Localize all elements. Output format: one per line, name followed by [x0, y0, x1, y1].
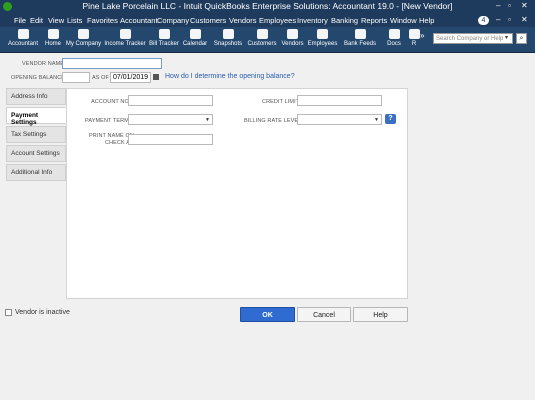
- notification-badge[interactable]: 4: [478, 16, 489, 25]
- snapshots-icon: [222, 29, 234, 39]
- credit-limit-label: CREDIT LIMIT: [262, 99, 300, 105]
- tab-account-settings[interactable]: Account Settings: [6, 145, 66, 162]
- as-of-date-input[interactable]: 07/01/2019: [110, 72, 151, 83]
- window-title: Pine Lake Porcelain LLC - Intuit QuickBo…: [82, 1, 453, 11]
- opening-balance-input[interactable]: [62, 72, 90, 83]
- as-of-date-value: 07/01/2019: [113, 74, 149, 81]
- minimize-icon[interactable]: –: [496, 1, 500, 10]
- menu-company[interactable]: Company: [157, 16, 189, 25]
- company-icon: [78, 29, 89, 39]
- bank-icon: [354, 29, 366, 39]
- credit-limit-input[interactable]: [297, 95, 382, 106]
- menu-vendors[interactable]: Vendors: [229, 16, 257, 25]
- tab-address-info[interactable]: Address Info: [6, 88, 66, 105]
- print-name-input[interactable]: [128, 134, 213, 145]
- bill-tracker-icon: [158, 29, 170, 39]
- vendor-name-label: VENDOR NAME: [22, 61, 65, 67]
- close-icon[interactable]: ✕: [521, 1, 528, 10]
- toolbar-accountant[interactable]: Accountant: [4, 28, 42, 51]
- chevron-down-icon: ▼: [205, 117, 210, 123]
- toolbar-vendors[interactable]: Vendors: [279, 28, 306, 51]
- menu-favorites[interactable]: Favorites: [87, 16, 118, 25]
- toolbar-income-tracker[interactable]: Income Tracker: [103, 28, 147, 51]
- opening-balance-label: OPENING BALANCE: [11, 75, 66, 81]
- home-icon: [47, 29, 59, 39]
- tab-tax-settings[interactable]: Tax Settings: [6, 126, 66, 143]
- as-of-label: AS OF: [92, 75, 110, 81]
- toolbar-customers[interactable]: Customers: [246, 28, 278, 51]
- toolbar-snapshots[interactable]: Snapshots: [212, 28, 244, 51]
- menu-reports[interactable]: Reports: [361, 16, 387, 25]
- menu-bar: File Edit View Lists Favorites Accountan…: [0, 14, 535, 27]
- vendors-icon: [287, 29, 298, 39]
- toolbar-employees[interactable]: Employees: [307, 28, 338, 51]
- customers-icon: [256, 29, 268, 39]
- toolbar-bank-feeds[interactable]: Bank Feeds: [343, 28, 377, 51]
- menu-help[interactable]: Help: [419, 16, 434, 25]
- vendor-name-input[interactable]: [62, 58, 162, 69]
- payment-terms-select[interactable]: ▼: [128, 114, 213, 125]
- menu-edit[interactable]: Edit: [30, 16, 43, 25]
- doc-minimize-icon[interactable]: –: [496, 15, 500, 24]
- restore-icon[interactable]: ▫: [508, 1, 511, 10]
- account-no-input[interactable]: [128, 95, 213, 106]
- toolbar-more-icon[interactable]: »: [420, 31, 424, 40]
- toolbar-my-company[interactable]: My Company: [65, 28, 102, 51]
- menu-customers[interactable]: Customers: [190, 16, 226, 25]
- title-bar: Pine Lake Porcelain LLC - Intuit QuickBo…: [0, 0, 535, 14]
- account-no-label: ACCOUNT NO.: [91, 99, 131, 105]
- billing-rate-level-label: BILLING RATE LEVEL: [244, 118, 302, 124]
- menu-banking[interactable]: Banking: [331, 16, 358, 25]
- menu-employees[interactable]: Employees: [259, 16, 296, 25]
- accountant-icon: [17, 29, 29, 39]
- menu-window[interactable]: Window: [390, 16, 417, 25]
- menu-file[interactable]: File: [14, 16, 26, 25]
- search-input[interactable]: Search Company or Help: [433, 33, 513, 44]
- billing-rate-level-select[interactable]: ▼: [297, 114, 382, 125]
- reports-icon: [408, 29, 420, 39]
- search-icon[interactable]: ⌕: [516, 33, 527, 44]
- menu-accountant[interactable]: Accountant: [120, 16, 158, 25]
- chevron-down-icon: ▼: [374, 117, 379, 123]
- employees-icon: [317, 29, 328, 39]
- billing-rate-help-icon[interactable]: ?: [385, 114, 396, 124]
- doc-restore-icon[interactable]: ▫: [508, 15, 511, 24]
- toolbar-docs[interactable]: Docs: [384, 28, 404, 51]
- cancel-button[interactable]: Cancel: [297, 307, 351, 322]
- vendor-inactive-label: Vendor is inactive: [15, 309, 70, 316]
- menu-inventory[interactable]: Inventory: [297, 16, 328, 25]
- payment-settings-panel: ACCOUNT NO. CREDIT LIMIT PAYMENT TERMS ▼…: [66, 88, 408, 299]
- payment-terms-label: PAYMENT TERMS: [85, 118, 133, 124]
- ok-button[interactable]: OK: [240, 307, 295, 322]
- opening-balance-help-link[interactable]: How do I determine the opening balance?: [165, 73, 295, 80]
- calendar-icon: [189, 29, 201, 39]
- tab-payment-settings[interactable]: Payment Settings: [6, 107, 66, 126]
- search-dropdown-icon[interactable]: ▾: [505, 34, 508, 41]
- toolbar-bill-tracker[interactable]: Bill Tracker: [148, 28, 180, 51]
- menu-lists[interactable]: Lists: [67, 16, 82, 25]
- toolbar-reports[interactable]: R: [408, 28, 420, 51]
- income-tracker-icon: [119, 29, 131, 39]
- calendar-picker-icon[interactable]: [153, 74, 159, 80]
- help-button[interactable]: Help: [353, 307, 408, 322]
- docs-icon: [388, 29, 400, 39]
- menu-view[interactable]: View: [48, 16, 64, 25]
- tab-additional-info[interactable]: Additional Info: [6, 164, 66, 181]
- vendor-inactive-checkbox[interactable]: [5, 309, 12, 316]
- doc-close-icon[interactable]: ✕: [521, 15, 528, 24]
- toolbar-home[interactable]: Home: [42, 28, 64, 51]
- toolbar-calendar[interactable]: Calendar: [181, 28, 209, 51]
